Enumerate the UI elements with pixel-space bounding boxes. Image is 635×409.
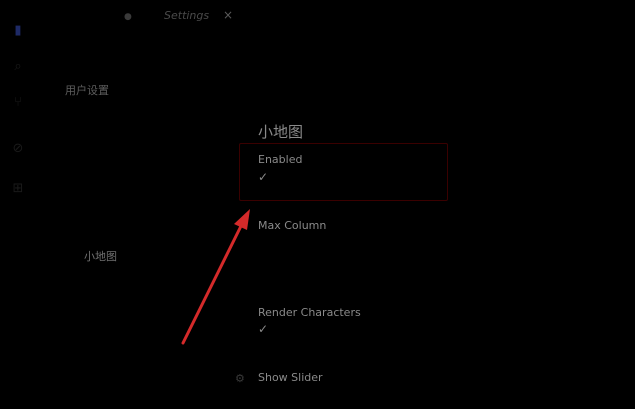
annotation-arrow (181, 209, 250, 345)
